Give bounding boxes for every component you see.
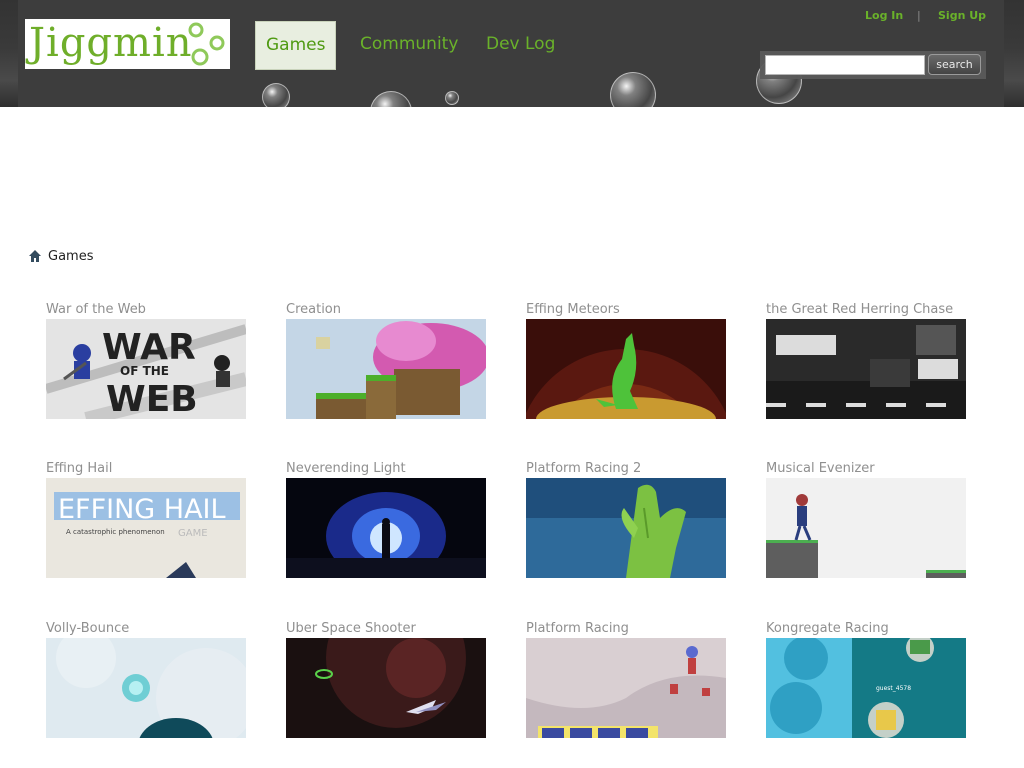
game-card[interactable]: Effing Meteors [526, 302, 726, 420]
game-thumbnail[interactable] [286, 638, 486, 738]
thumb-web-text: WEB [106, 379, 198, 419]
game-card[interactable]: the Great Red Herring Chase [766, 302, 966, 420]
thumb-tagline-text: A catastrophic phenomenon [66, 528, 165, 536]
game-thumbnail[interactable] [286, 319, 486, 419]
game-thumbnail[interactable] [526, 319, 726, 419]
thumb-guest-text: guest_4578 [876, 685, 911, 692]
game-card[interactable]: Musical Evenizer [766, 461, 966, 579]
logo-rings-icon [188, 22, 225, 66]
game-title[interactable]: Kongregate Racing [766, 621, 889, 637]
decorative-bubble [262, 83, 290, 107]
nav-tab-dev-log[interactable]: Dev Log [486, 21, 555, 68]
nav-tab-games[interactable]: Games [255, 21, 337, 70]
game-thumbnail[interactable] [46, 638, 246, 738]
thumb-game-text: GAME [178, 528, 208, 539]
game-thumbnail[interactable] [766, 319, 966, 419]
search-input[interactable] [765, 55, 925, 75]
game-title[interactable]: Creation [286, 302, 341, 318]
game-title[interactable]: Effing Meteors [526, 302, 620, 318]
game-card[interactable]: Kongregate Racing guest_4578 [766, 621, 966, 739]
game-card[interactable]: Platform Racing [526, 621, 726, 739]
game-card[interactable]: Effing Hail EFFING HAIL A catastrophic p… [46, 461, 246, 579]
game-thumbnail[interactable] [286, 478, 486, 578]
game-card[interactable]: Neverending Light [286, 461, 486, 579]
game-card[interactable]: Volly-Bounce [46, 621, 246, 739]
game-title[interactable]: Effing Hail [46, 461, 112, 477]
breadcrumb-current: Games [48, 249, 94, 264]
thumb-of-the-text: OF THE [120, 364, 169, 378]
home-icon[interactable] [29, 250, 41, 262]
game-card[interactable]: Uber Space Shooter [286, 621, 486, 739]
game-card[interactable]: Platform Racing 2 [526, 461, 726, 579]
game-thumbnail[interactable]: EFFING HAIL A catastrophic phenomenon GA… [46, 478, 246, 578]
game-thumbnail[interactable] [526, 638, 726, 738]
decorative-bubble [445, 91, 459, 105]
game-thumbnail[interactable] [526, 478, 726, 578]
thumb-war-text: WAR [102, 327, 196, 368]
site-logo[interactable]: Jiggmin [25, 19, 230, 69]
game-thumbnail[interactable] [766, 478, 966, 578]
game-title[interactable]: Platform Racing [526, 621, 629, 637]
game-thumbnail[interactable]: guest_4578 [766, 638, 966, 738]
signup-link[interactable]: Sign Up [938, 9, 986, 22]
logo-text: Jiggmin [29, 20, 193, 66]
game-title[interactable]: the Great Red Herring Chase [766, 302, 953, 318]
thumb-effing-hail-text: EFFING HAIL [58, 494, 226, 525]
game-title[interactable]: Neverending Light [286, 461, 406, 477]
game-title[interactable]: War of the Web [46, 302, 146, 318]
game-title[interactable]: Musical Evenizer [766, 461, 875, 477]
game-card[interactable]: Creation [286, 302, 486, 420]
game-title[interactable]: Volly-Bounce [46, 621, 129, 637]
login-link[interactable]: Log In [865, 9, 903, 22]
game-card[interactable]: War of the Web WAR OF THE WEB [46, 302, 246, 420]
top-link-separator: | [917, 9, 921, 22]
nav-tab-community[interactable]: Community [360, 21, 458, 68]
search-button[interactable]: search [928, 54, 981, 75]
game-thumbnail[interactable]: WAR OF THE WEB [46, 319, 246, 419]
game-title[interactable]: Platform Racing 2 [526, 461, 641, 477]
game-title[interactable]: Uber Space Shooter [286, 621, 416, 637]
